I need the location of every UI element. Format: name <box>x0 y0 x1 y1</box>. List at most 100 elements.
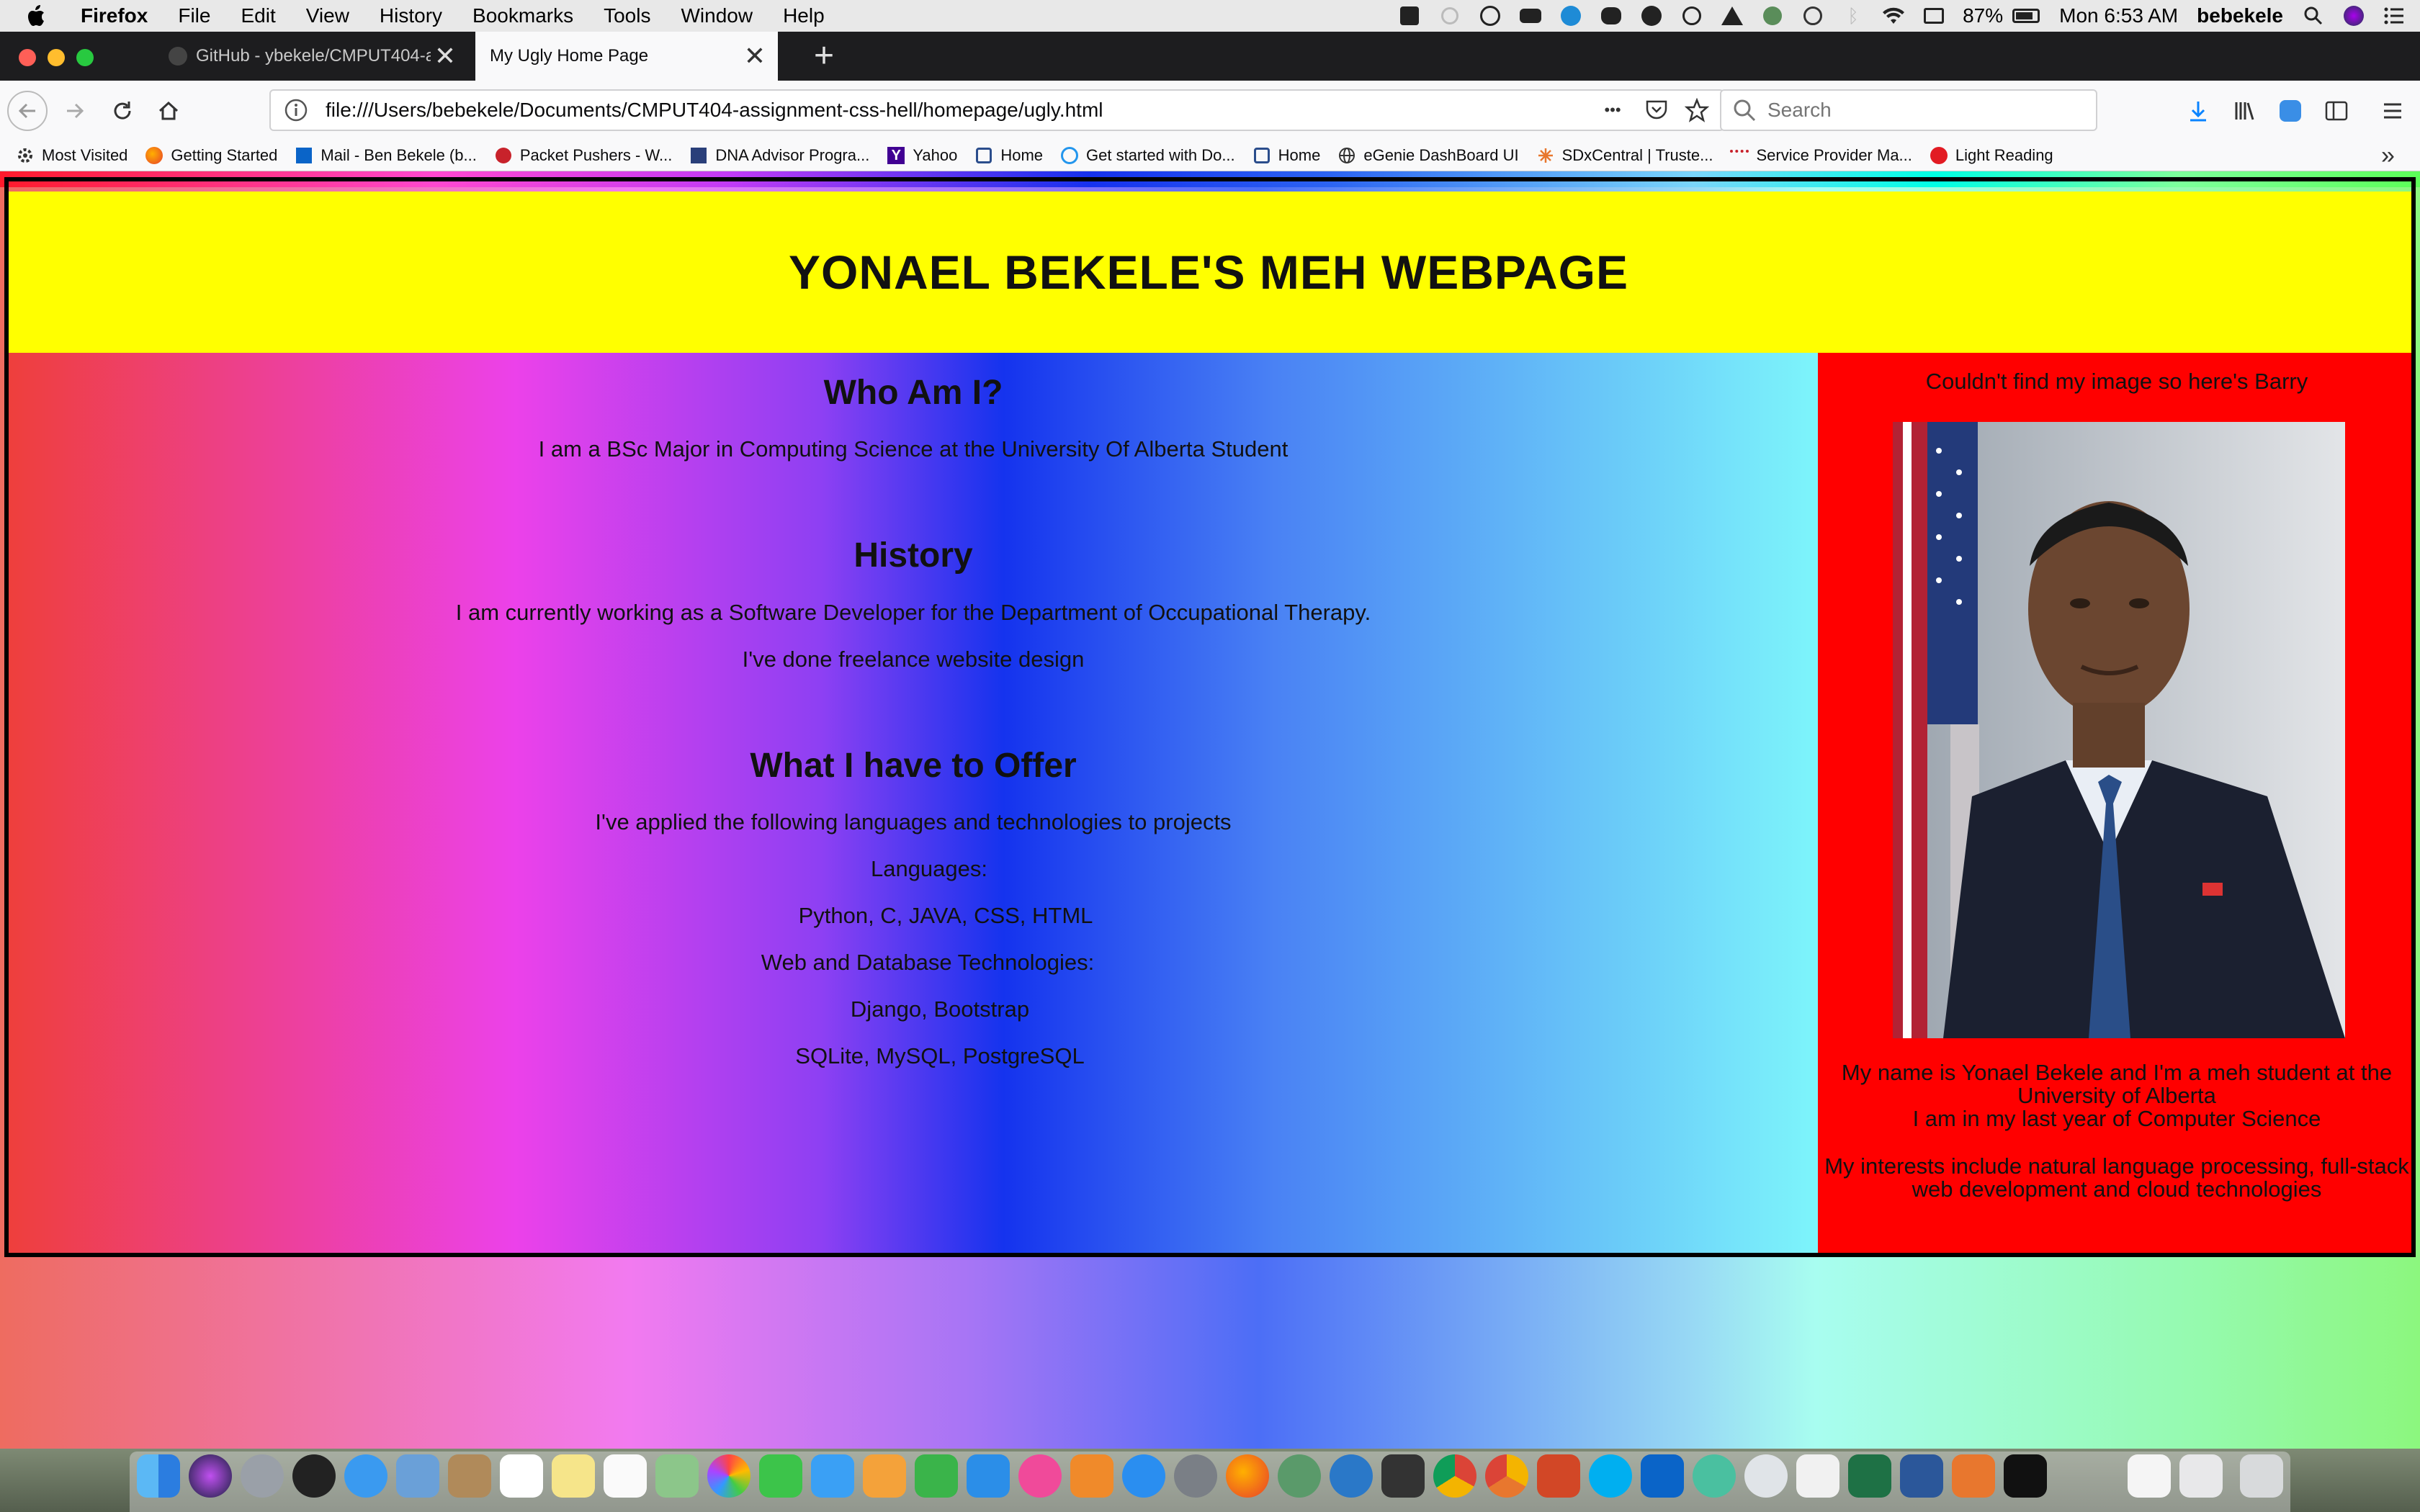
network-icon[interactable] <box>1278 1454 1321 1498</box>
spotlight-search-icon[interactable] <box>2302 4 2325 27</box>
bookmark-egenie[interactable]: eGenie DashBoard UI <box>1337 146 1519 165</box>
numbers-icon[interactable] <box>915 1454 958 1498</box>
status-wifi-dim-icon[interactable] <box>1438 4 1461 27</box>
forward-button[interactable] <box>56 92 94 130</box>
tab-github[interactable]: GitHub - ybekele/CMPUT404-a ✕ <box>151 32 468 81</box>
downloads-button[interactable] <box>2179 92 2217 130</box>
page-actions-icon[interactable]: ••• <box>1595 96 1631 125</box>
safari-icon[interactable] <box>344 1454 387 1498</box>
bookmark-star-icon[interactable] <box>1682 96 1711 125</box>
menu-window[interactable]: Window <box>681 4 753 27</box>
downloads-stack-icon[interactable] <box>2179 1454 2223 1498</box>
firefox-dock-icon[interactable] <box>1226 1454 1269 1498</box>
launchpad-icon[interactable] <box>241 1454 284 1498</box>
pages-icon[interactable] <box>863 1454 906 1498</box>
menu-tools[interactable]: Tools <box>604 4 650 27</box>
menu-history[interactable]: History <box>380 4 442 27</box>
menu-app-firefox[interactable]: Firefox <box>81 4 148 27</box>
status-chat-icon[interactable] <box>1600 4 1623 27</box>
window-minimize-button[interactable] <box>48 49 65 66</box>
bookmark-most-visited[interactable]: Most Visited <box>16 146 127 165</box>
bookmark-dna-advisor[interactable]: DNA Advisor Progra... <box>689 146 869 165</box>
bookmark-light-reading[interactable]: Light Reading <box>1930 146 2053 165</box>
status-timemachine-icon[interactable] <box>1801 4 1824 27</box>
chrome-canary-icon[interactable] <box>1485 1454 1528 1498</box>
status-tool-icon[interactable] <box>1680 4 1703 27</box>
acrobat-icon[interactable] <box>1796 1454 1839 1498</box>
url-bar[interactable]: file:///Users/bebekele/Documents/CMPUT40… <box>269 89 1724 131</box>
library-button[interactable] <box>2226 92 2263 130</box>
bookmark-mail[interactable]: Mail - Ben Bekele (b... <box>295 146 477 165</box>
status-bluetooth-app-icon[interactable] <box>1479 4 1502 27</box>
status-airplay-icon[interactable] <box>1922 4 1945 27</box>
webex-teams-icon[interactable] <box>1693 1454 1736 1498</box>
bookmark-home-2[interactable]: Home <box>1252 146 1320 165</box>
status-globe-icon[interactable] <box>1761 4 1784 27</box>
status-drive-icon[interactable] <box>1721 4 1744 27</box>
tab-my-ugly-home-page[interactable]: My Ugly Home Page ✕ <box>475 32 778 81</box>
home-button[interactable] <box>150 92 187 130</box>
site-info-icon[interactable] <box>284 98 308 122</box>
extension-button[interactable] <box>2272 92 2309 130</box>
hamburger-menu-button[interactable] <box>2374 92 2411 130</box>
bookmark-packet-pushers[interactable]: Packet Pushers - W... <box>494 146 672 165</box>
keynote-icon[interactable] <box>967 1454 1010 1498</box>
terminal-icon[interactable] <box>2004 1454 2047 1498</box>
messages-icon[interactable] <box>811 1454 854 1498</box>
window-close-button[interactable] <box>19 49 36 66</box>
itunes-icon[interactable] <box>1018 1454 1062 1498</box>
menu-help[interactable]: Help <box>783 4 825 27</box>
tab-active-close-icon[interactable]: ✕ <box>740 41 769 71</box>
webex-dock-icon[interactable] <box>1330 1454 1373 1498</box>
photos-icon[interactable] <box>707 1454 750 1498</box>
trash-icon[interactable] <box>2240 1454 2283 1498</box>
reminders-icon[interactable] <box>604 1454 647 1498</box>
excel-icon[interactable] <box>1848 1454 1891 1498</box>
tab-github-close-icon[interactable]: ✕ <box>431 41 460 71</box>
system-preferences-icon[interactable] <box>1174 1454 1217 1498</box>
calendar-icon[interactable] <box>500 1454 543 1498</box>
facetime-icon[interactable] <box>759 1454 802 1498</box>
pocket-icon[interactable] <box>1642 96 1671 125</box>
search-input[interactable] <box>1767 99 2096 122</box>
notes-icon[interactable] <box>552 1454 595 1498</box>
bookmark-docker[interactable]: Get started with Do... <box>1060 146 1235 165</box>
printer-icon[interactable] <box>1381 1454 1425 1498</box>
dashboard-icon[interactable] <box>292 1454 336 1498</box>
skype-icon[interactable] <box>1589 1454 1632 1498</box>
back-button[interactable] <box>7 91 48 131</box>
ibooks-icon[interactable] <box>1070 1454 1113 1498</box>
menu-bookmarks[interactable]: Bookmarks <box>472 4 573 27</box>
status-wifi-icon[interactable] <box>1882 4 1905 27</box>
search-bar[interactable] <box>1720 89 2097 131</box>
bookmark-service-provider[interactable]: Service Provider Ma... <box>1730 146 1912 165</box>
vpn-icon[interactable] <box>1744 1454 1788 1498</box>
menu-file[interactable]: File <box>178 4 210 27</box>
preview-icon[interactable] <box>396 1454 439 1498</box>
apple-menu-icon[interactable] <box>27 4 49 27</box>
notification-center-icon[interactable] <box>2383 4 2406 27</box>
calculator-icon[interactable] <box>1952 1454 1995 1498</box>
battery-icon[interactable] <box>2010 4 2042 27</box>
bookmarks-overflow-icon[interactable]: » <box>2381 143 2406 168</box>
status-sync-icon[interactable] <box>1640 4 1663 27</box>
menubar-clock[interactable]: Mon 6:53 AM <box>2059 4 2178 27</box>
bookmark-getting-started[interactable]: Getting Started <box>145 146 277 165</box>
bookmark-home-1[interactable]: Home <box>974 146 1043 165</box>
sidebar-toggle-button[interactable] <box>2318 92 2355 130</box>
siri-icon[interactable] <box>2342 4 2365 27</box>
outlook-dock-icon[interactable] <box>1641 1454 1684 1498</box>
menubar-username[interactable]: bebekele <box>2197 4 2283 27</box>
document-icon[interactable] <box>2128 1454 2171 1498</box>
app-store-icon[interactable] <box>1122 1454 1165 1498</box>
chrome-icon[interactable] <box>1433 1454 1476 1498</box>
menu-view[interactable]: View <box>306 4 349 27</box>
powerpoint-icon[interactable] <box>1537 1454 1580 1498</box>
siri-dock-icon[interactable] <box>189 1454 232 1498</box>
url-text[interactable]: file:///Users/bebekele/Documents/CMPUT40… <box>326 99 1595 122</box>
window-zoom-button[interactable] <box>76 49 94 66</box>
status-docker-icon[interactable] <box>1519 4 1542 27</box>
status-app-icon[interactable] <box>1398 4 1421 27</box>
word-icon[interactable] <box>1900 1454 1943 1498</box>
contacts-icon[interactable] <box>448 1454 491 1498</box>
